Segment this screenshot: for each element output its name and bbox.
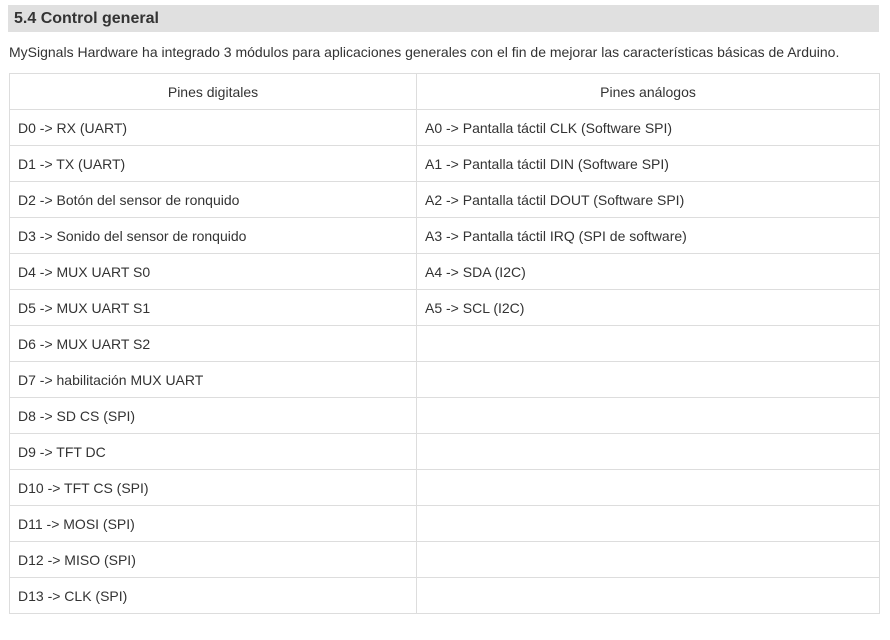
analog-pin-cell: A4 -> SDA (I2C) — [416, 253, 880, 290]
analog-pin-cell — [416, 361, 880, 398]
page: 5.4 Control general MySignals Hardware h… — [0, 0, 890, 640]
analog-pin-cell — [416, 433, 880, 470]
analog-pin-cell — [416, 541, 880, 578]
digital-pin-cell: D11 -> MOSI (SPI) — [9, 505, 417, 542]
header-analog-pins: Pines análogos — [416, 73, 880, 110]
table-row: D6 -> MUX UART S2 — [9, 325, 880, 362]
table-row: D9 -> TFT DC — [9, 433, 880, 470]
table-row: D4 -> MUX UART S0 A4 -> SDA (I2C) — [9, 253, 880, 290]
analog-pin-cell: A2 -> Pantalla táctil DOUT (Software SPI… — [416, 181, 880, 218]
digital-pin-cell: D5 -> MUX UART S1 — [9, 289, 417, 326]
header-digital-pins: Pines digitales — [9, 73, 417, 110]
analog-pin-cell — [416, 505, 880, 542]
table-row: D12 -> MISO (SPI) — [9, 541, 880, 578]
intro-paragraph: MySignals Hardware ha integrado 3 módulo… — [9, 44, 840, 60]
digital-pin-cell: D1 -> TX (UART) — [9, 145, 417, 182]
digital-pin-cell: D10 -> TFT CS (SPI) — [9, 469, 417, 506]
digital-pin-cell: D3 -> Sonido del sensor de ronquido — [9, 217, 417, 254]
digital-pin-cell: D0 -> RX (UART) — [9, 109, 417, 146]
digital-pin-cell: D8 -> SD CS (SPI) — [9, 397, 417, 434]
table-row: D7 -> habilitación MUX UART — [9, 361, 880, 398]
table-row: D13 -> CLK (SPI) — [9, 577, 880, 614]
table-row: D11 -> MOSI (SPI) — [9, 505, 880, 542]
table-row: D3 -> Sonido del sensor de ronquido A3 ->… — [9, 217, 880, 254]
analog-pin-cell — [416, 469, 880, 506]
analog-pin-cell — [416, 397, 880, 434]
digital-pin-cell: D2 -> Botón del sensor de ronquido — [9, 181, 417, 218]
table-row: D10 -> TFT CS (SPI) — [9, 469, 880, 506]
table-header-row: Pines digitales Pines análogos — [9, 73, 880, 110]
analog-pin-cell: A0 -> Pantalla táctil CLK (Software SPI) — [416, 109, 880, 146]
table-row: D2 -> Botón del sensor de ronquido A2 -> … — [9, 181, 880, 218]
table-row: D1 -> TX (UART) A1 -> Pantalla táctil DIN… — [9, 145, 880, 182]
digital-pin-cell: D4 -> MUX UART S0 — [9, 253, 417, 290]
table-row: D0 -> RX (UART) A0 -> Pantalla táctil CLK… — [9, 109, 880, 146]
analog-pin-cell: A5 -> SCL (I2C) — [416, 289, 880, 326]
table-row: D8 -> SD CS (SPI) — [9, 397, 880, 434]
pins-table: Pines digitales Pines análogos D0 -> RX … — [9, 73, 880, 614]
digital-pin-cell: D12 -> MISO (SPI) — [9, 541, 417, 578]
analog-pin-cell — [416, 577, 880, 614]
digital-pin-cell: D13 -> CLK (SPI) — [9, 577, 417, 614]
table-body: D0 -> RX (UART) A0 -> Pantalla táctil CLK… — [9, 109, 880, 614]
analog-pin-cell: A1 -> Pantalla táctil DIN (Software SPI) — [416, 145, 880, 182]
analog-pin-cell — [416, 325, 880, 362]
section-heading: 5.4 Control general — [8, 5, 879, 32]
analog-pin-cell: A3 -> Pantalla táctil IRQ (SPI de softwa… — [416, 217, 880, 254]
digital-pin-cell: D6 -> MUX UART S2 — [9, 325, 417, 362]
digital-pin-cell: D9 -> TFT DC — [9, 433, 417, 470]
digital-pin-cell: D7 -> habilitación MUX UART — [9, 361, 417, 398]
table-row: D5 -> MUX UART S1 A5 -> SCL (I2C) — [9, 289, 880, 326]
